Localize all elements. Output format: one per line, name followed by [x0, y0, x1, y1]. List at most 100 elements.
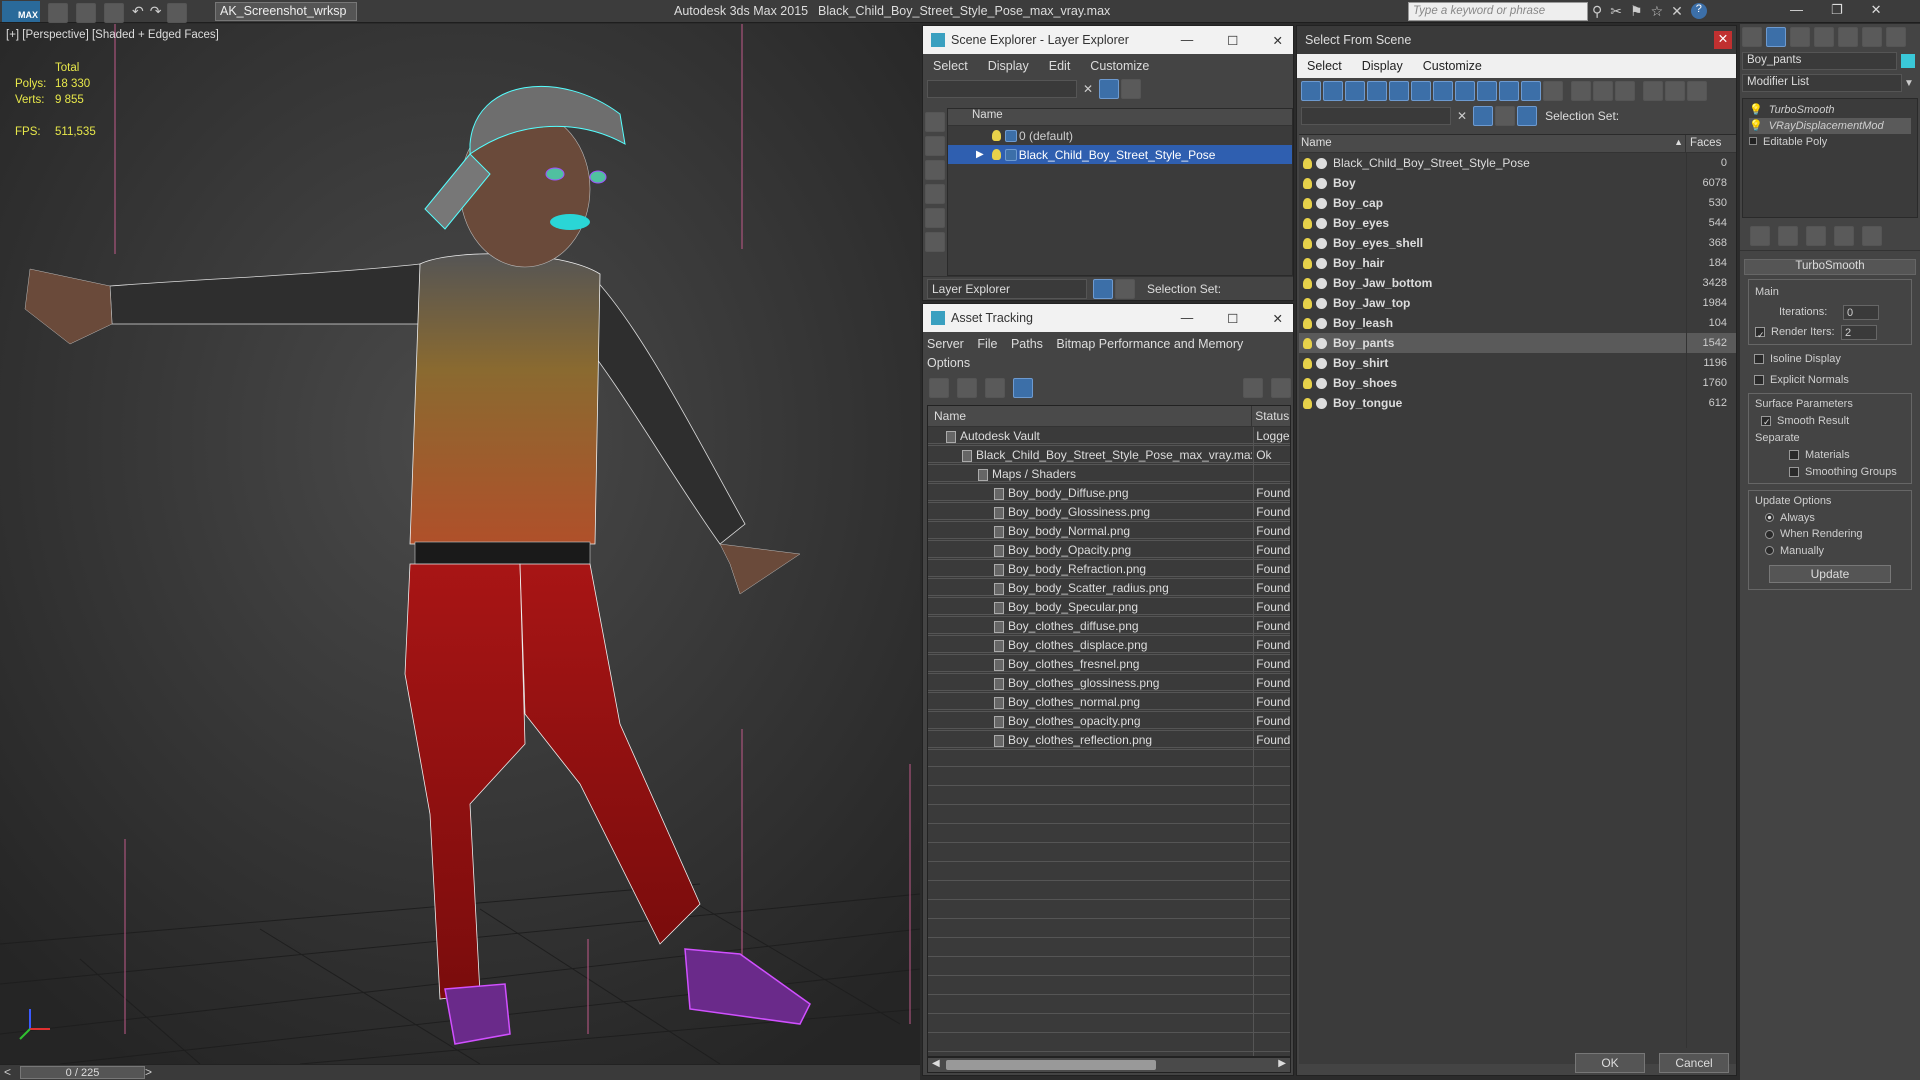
asset-col-status[interactable]: Status [1252, 406, 1290, 426]
bulb-icon[interactable] [1303, 357, 1312, 369]
bulb-icon[interactable] [1303, 257, 1312, 269]
filter-lights-icon[interactable] [1345, 81, 1365, 101]
menu-file[interactable]: File [977, 337, 997, 351]
close-icon[interactable]: ✕ [1273, 33, 1283, 48]
display-geometry-icon[interactable] [925, 112, 945, 132]
time-prev-button[interactable]: < [4, 1065, 11, 1079]
show-end-result-icon[interactable] [1778, 226, 1798, 246]
open-file-icon[interactable] [76, 3, 96, 23]
display-spacewarps-icon[interactable] [925, 232, 945, 252]
asset-row[interactable]: Boy_clothes_opacity.png Found [928, 712, 1290, 731]
list-view-icon[interactable] [957, 378, 977, 398]
asset-row[interactable]: Maps / Shaders [928, 465, 1290, 484]
select-from-scene-titlebar[interactable]: Select From Scene ✕ [1297, 26, 1736, 54]
modify-tab-icon[interactable] [1766, 27, 1786, 47]
bulb-icon[interactable] [992, 130, 1001, 141]
help-icon[interactable] [1243, 378, 1263, 398]
minimize-icon[interactable]: — [1181, 311, 1194, 326]
hierarchy-icon[interactable] [1115, 278, 1135, 299]
create-tab-icon[interactable] [1742, 27, 1762, 47]
maximize-icon[interactable]: ☐ [1227, 311, 1238, 326]
filter-geometry-icon[interactable] [1301, 81, 1321, 101]
menu-select[interactable]: Select [1297, 59, 1352, 73]
update-button[interactable]: Update [1769, 565, 1891, 583]
object-col-faces[interactable]: Faces [1686, 135, 1734, 152]
restore-icon[interactable]: ❐ [1831, 2, 1843, 18]
viewport-label[interactable]: [+] [Perspective] [Shaded + Edged Faces] [6, 29, 219, 41]
collapse-icon[interactable] [1687, 81, 1707, 101]
bulb-icon[interactable]: 💡 [1749, 120, 1763, 132]
filter-icon[interactable] [1099, 79, 1120, 99]
table-view-icon[interactable] [1013, 378, 1033, 398]
bulb-icon[interactable] [1303, 157, 1312, 169]
filter-cameras-icon[interactable] [1367, 81, 1387, 101]
scroll-thumb[interactable] [946, 1060, 1156, 1070]
asset-row[interactable]: Boy_body_Refraction.png Found [928, 560, 1290, 579]
isoline-checkbox[interactable] [1754, 354, 1764, 365]
filter-groups-icon[interactable] [1433, 81, 1453, 101]
asset-row[interactable]: Boy_clothes_normal.png Found [928, 693, 1290, 712]
maximize-icon[interactable]: ☐ [1227, 33, 1238, 48]
refresh-icon[interactable] [929, 378, 949, 398]
filter-helpers-icon[interactable] [1389, 81, 1409, 101]
time-slider-thumb[interactable]: 0 / 225 [20, 1066, 145, 1079]
asset-row[interactable]: Boy_body_Diffuse.png Found [928, 484, 1290, 503]
asset-row[interactable]: Autodesk Vault Logged [928, 427, 1290, 446]
scroll-right-icon[interactable]: ▶ [1278, 1058, 1286, 1069]
modifier-list-dropdown[interactable]: Modifier List [1742, 74, 1902, 92]
hierarchy-tab-icon[interactable] [1790, 27, 1810, 47]
turbosmooth-rollout-header[interactable]: TurboSmooth [1744, 259, 1916, 275]
utilities-tab-icon[interactable] [1862, 27, 1882, 47]
when-rendering-radio[interactable] [1765, 529, 1774, 539]
expand-icon[interactable] [1749, 137, 1757, 145]
asset-row[interactable]: Boy_clothes_diffuse.png Found [928, 617, 1290, 636]
object-row[interactable]: Boy_Jaw_bottom 3428 [1299, 273, 1736, 293]
time-next-button[interactable]: > [145, 1065, 152, 1079]
layer-row-default[interactable]: 0 (default) [948, 126, 1292, 145]
object-row[interactable]: Boy_leash 104 [1299, 313, 1736, 333]
workspace-dropdown[interactable]: AK_Screenshot_wrksp [215, 2, 357, 21]
tools-icon[interactable]: ✂ [1610, 3, 1622, 20]
bulb-icon[interactable] [1303, 317, 1312, 329]
redo-icon[interactable]: ↷ [150, 3, 162, 23]
asset-row[interactable]: Boy_body_Opacity.png Found [928, 541, 1290, 560]
filter-bones-icon[interactable] [1477, 81, 1497, 101]
display-cameras-icon[interactable] [925, 184, 945, 204]
asset-row[interactable]: Black_Child_Boy_Street_Style_Pose_max_vr… [928, 446, 1290, 465]
clear-search-icon[interactable]: ✕ [1457, 109, 1467, 123]
binoculars-icon[interactable]: ⚲ [1592, 3, 1602, 20]
time-slider[interactable]: < 0 / 225 > [0, 1064, 920, 1080]
app-logo[interactable]: MAX [2, 1, 40, 22]
new-file-icon[interactable] [48, 3, 68, 23]
iterations-spinner[interactable]: 0 [1843, 304, 1879, 320]
menu-paths[interactable]: Paths [1011, 337, 1043, 351]
menu-customize[interactable]: Customize [1413, 59, 1492, 73]
make-unique-icon[interactable] [1806, 226, 1826, 246]
hierarchy-icon[interactable] [1517, 106, 1538, 126]
display-none-icon[interactable] [1593, 81, 1613, 101]
object-row[interactable]: Boy_tongue 612 [1299, 393, 1736, 413]
object-row[interactable]: Boy_cap 530 [1299, 193, 1736, 213]
configure-sets-icon[interactable] [1862, 226, 1882, 246]
display-all-icon[interactable] [1571, 81, 1591, 101]
cancel-button[interactable]: Cancel [1659, 1053, 1729, 1073]
settings-icon[interactable] [1271, 378, 1291, 398]
remove-modifier-icon[interactable] [1834, 226, 1854, 246]
manually-radio[interactable] [1765, 546, 1774, 556]
bulb-icon[interactable] [1303, 217, 1312, 229]
display-tab-icon[interactable] [1838, 27, 1858, 47]
asset-row[interactable]: Boy_body_Glossiness.png Found [928, 503, 1290, 522]
asset-row[interactable]: Boy_clothes_reflection.png Found [928, 731, 1290, 750]
close-icon[interactable]: ✕ [1273, 311, 1283, 326]
object-row[interactable]: Boy_hair 184 [1299, 253, 1736, 273]
select-search-input[interactable] [1301, 107, 1451, 125]
bulb-icon[interactable] [1303, 337, 1312, 349]
filter-options-icon[interactable] [1665, 81, 1685, 101]
sync-selection-icon[interactable] [1643, 81, 1663, 101]
display-helpers-icon[interactable] [925, 208, 945, 228]
exchange-icon[interactable]: ✕ [1671, 3, 1683, 20]
smoothing-groups-checkbox[interactable] [1789, 467, 1799, 478]
display-shapes-icon[interactable] [925, 136, 945, 156]
object-row[interactable]: Boy_eyes_shell 368 [1299, 233, 1736, 253]
render-iters-checkbox[interactable] [1755, 327, 1765, 337]
